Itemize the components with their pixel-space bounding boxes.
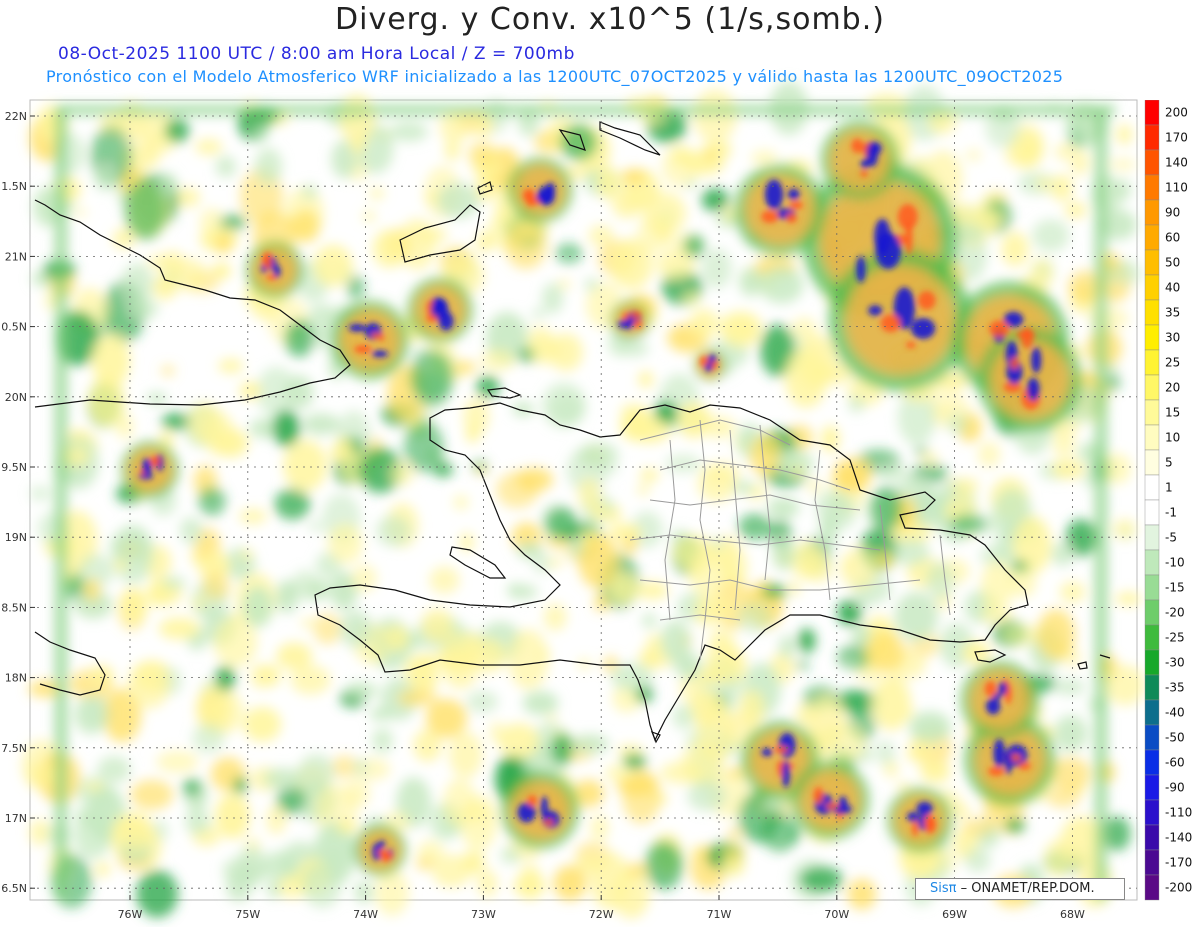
colorbar-label: -15 [1165,581,1185,595]
colorbar-label: -60 [1165,756,1185,770]
colorbar-swatch [1144,649,1160,676]
lon-label: 68W [1060,908,1085,921]
colorbar-swatch [1144,574,1160,601]
colorbar-swatch [1144,424,1160,451]
colorbar-label: 30 [1165,331,1180,345]
colorbar-label: -140 [1165,831,1192,845]
colorbar-label: 1 [1165,481,1173,495]
colorbar-label: -90 [1165,781,1185,795]
colorbar-label: -25 [1165,631,1185,645]
colorbar-swatch [1144,824,1160,851]
colorbar-label: -5 [1165,531,1177,545]
colorbar-label: 10 [1165,431,1180,445]
lat-label: 9.5N [1,461,27,474]
colorbar-swatch [1144,199,1160,226]
colorbar-swatch [1144,449,1160,476]
colorbar-swatch [1144,474,1160,501]
colorbar-label: 60 [1165,231,1180,245]
sispi-logo: Sisπ [930,881,957,896]
colorbar-swatch [1144,499,1160,526]
lon-label: 71W [707,908,732,921]
lat-label: 0.5N [1,321,27,334]
lon-label: 72W [589,908,614,921]
credit-box: Sisπ – ONAMET/REP.DOM. [915,878,1125,900]
colorbar-label: 25 [1165,356,1180,370]
lat-label: 19N [5,531,27,544]
colorbar-swatch [1144,849,1160,876]
colorbar-swatch [1144,774,1160,801]
colorbar-swatch [1144,674,1160,701]
colorbar-swatch [1144,100,1160,126]
colorbar-swatch [1144,149,1160,176]
colorbar-swatch [1144,124,1160,151]
colorbar-label: 90 [1165,206,1180,220]
colorbar-label: -35 [1165,681,1185,695]
colorbar-swatch [1144,699,1160,726]
colorbar-label: 20 [1165,381,1180,395]
colorbar-swatch [1144,724,1160,751]
colorbar-label: -1 [1165,506,1177,520]
colorbar-label: 140 [1165,156,1188,170]
colorbar-label: -50 [1165,731,1185,745]
colorbar-label: -110 [1165,806,1192,820]
colorbar-label: 200 [1165,106,1188,120]
colorbar-swatch [1144,599,1160,626]
colorbar-swatch [1144,874,1160,901]
colorbar-swatch [1144,399,1160,426]
lat-label: 8.5N [1,601,27,614]
map-canvas: 22N 1.5N 21N 0.5N 20N 9.5N 19N 8.5N 18N 7.5N 17N 6.… [1,81,1146,921]
lon-label: 73W [471,908,496,921]
lat-label: 17N [5,812,27,825]
lon-label: 70W [824,908,849,921]
colorbar-label: 5 [1165,456,1173,470]
lat-label: 22N [5,110,27,123]
colorbar-swatch [1144,749,1160,776]
colorbar-swatch [1144,299,1160,326]
colorbar-swatch [1144,174,1160,201]
lon-label: 69W [942,908,967,921]
lat-label: 1.5N [1,180,27,193]
colorbar-label: 40 [1165,281,1180,295]
colorbar-label: 50 [1165,256,1180,270]
colorbar-label: -40 [1165,706,1185,720]
lat-label: 7.5N [1,742,27,755]
lat-label: 6.5N [1,882,27,895]
colorbar-label: -170 [1165,856,1192,870]
colorbar-label: -20 [1165,606,1185,620]
lat-label: 21N [5,250,27,263]
colorbar-label: 110 [1165,181,1188,195]
lat-label: 18N [5,672,27,685]
colorbar-swatch [1144,224,1160,251]
colorbar-swatch [1144,249,1160,276]
colorbar-label: 15 [1165,406,1180,420]
colorbar-label: -200 [1165,881,1192,895]
colorbar-label: 170 [1165,131,1188,145]
colorbar-swatch [1144,524,1160,551]
lon-label: 76W [118,908,143,921]
colorbar-swatch [1144,274,1160,301]
colorbar: 200 170 140 110 90 60 50 40 35 30 25 20 15 10 5 1 -1 -5 -1… [1144,100,1192,901]
colorbar-swatch [1144,374,1160,401]
colorbar-swatch [1144,349,1160,376]
lon-label: 74W [353,908,378,921]
colorbar-swatch [1144,624,1160,651]
lon-label: 75W [235,908,260,921]
colorbar-swatch [1144,799,1160,826]
lat-label: 20N [5,391,27,404]
colorbar-label: -30 [1165,656,1185,670]
colorbar-swatch [1144,324,1160,351]
colorbar-label: 35 [1165,306,1180,320]
credit-text: – ONAMET/REP.DOM. [960,881,1095,896]
colorbar-swatch [1144,549,1160,576]
colorbar-label: -10 [1165,556,1185,570]
